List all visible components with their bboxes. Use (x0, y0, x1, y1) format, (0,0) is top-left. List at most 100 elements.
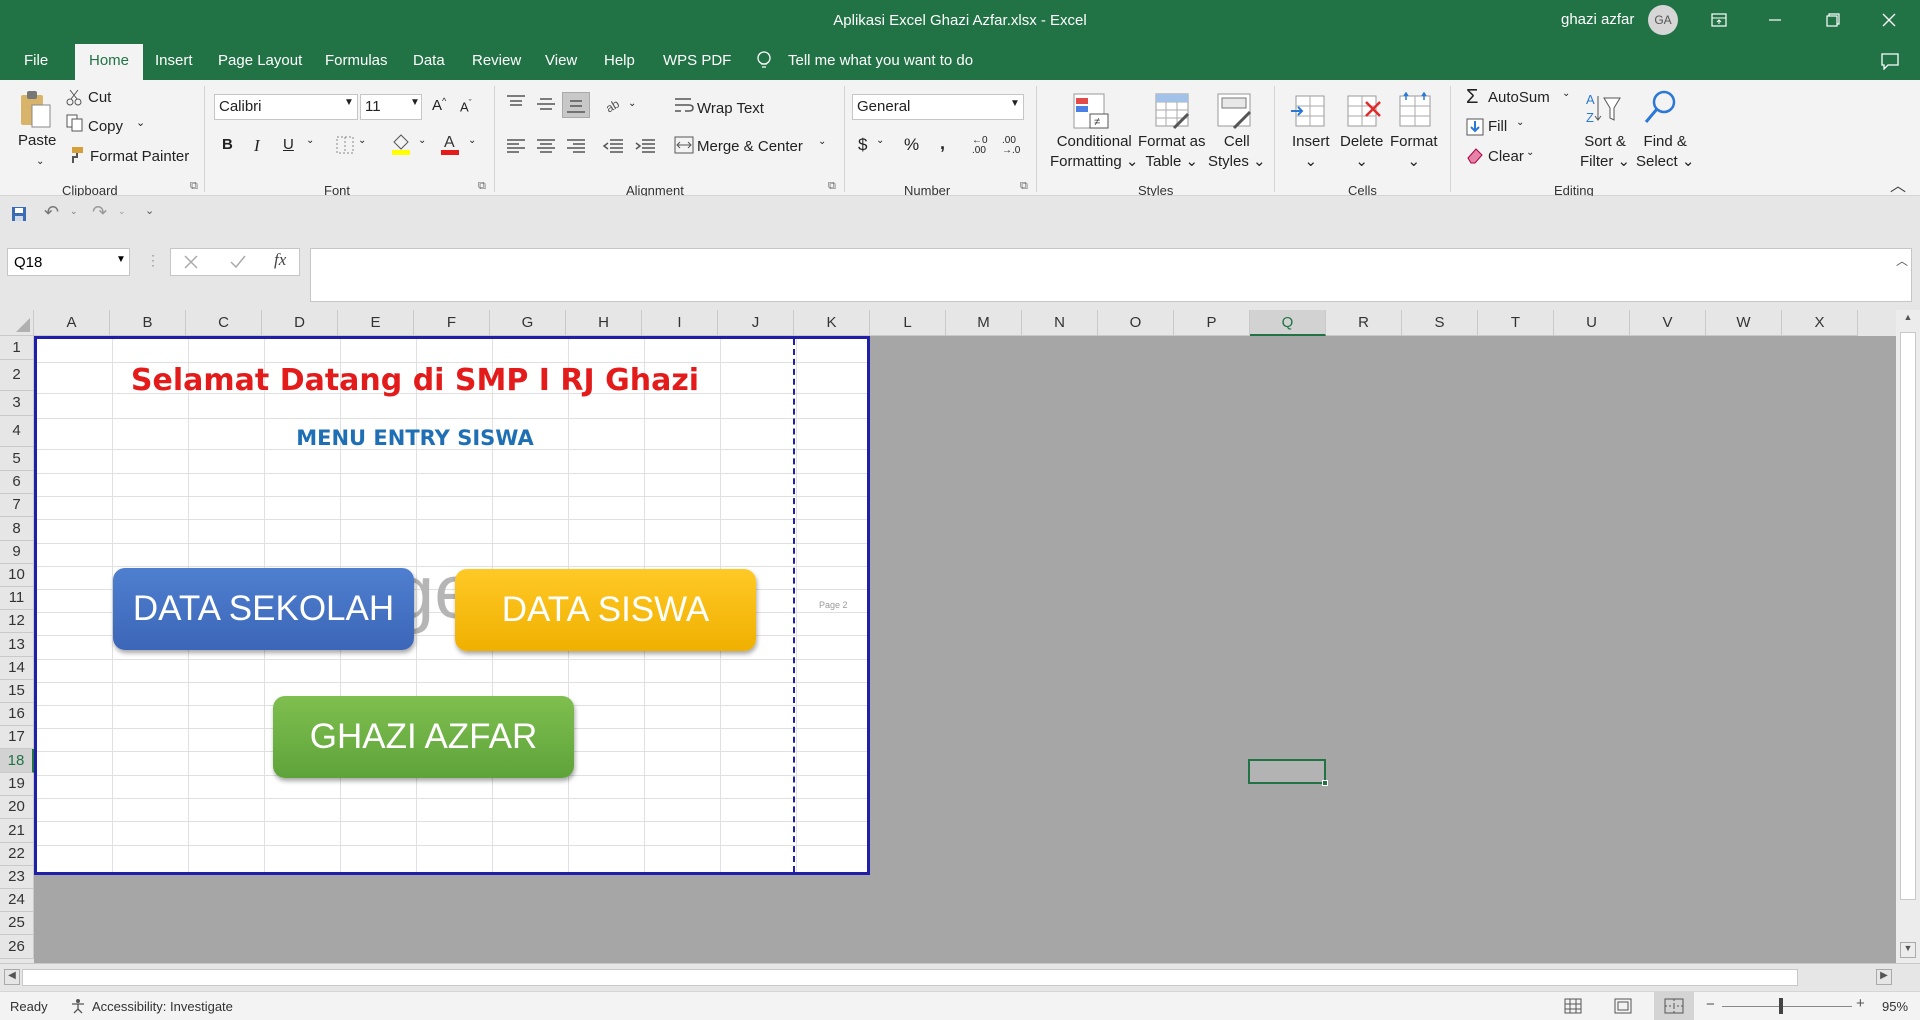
row-header-23[interactable]: 23 (0, 866, 34, 889)
align-left-icon[interactable] (506, 138, 526, 154)
align-right-icon[interactable] (566, 138, 586, 154)
collapse-ribbon-icon[interactable]: ︿ (1890, 172, 1906, 196)
column-header-d[interactable]: D (262, 310, 338, 336)
column-header-f[interactable]: F (414, 310, 490, 336)
fill-button[interactable]: Fill (1488, 118, 1507, 135)
row-header-6[interactable]: 6 (0, 471, 34, 494)
column-header-u[interactable]: U (1554, 310, 1630, 336)
avatar[interactable]: GA (1648, 5, 1678, 35)
row-header-8[interactable]: 8 (0, 517, 34, 541)
row-header-22[interactable]: 22 (0, 843, 34, 866)
format-as-table-button[interactable]: Format as Table ⌄ (1138, 132, 1206, 172)
tab-help[interactable]: Help (604, 52, 635, 69)
zoom-level[interactable]: 95% (1882, 999, 1908, 1014)
decrease-indent-icon[interactable] (602, 138, 624, 154)
delete-cells-button[interactable]: Delete ⌄ (1340, 132, 1383, 172)
row-header-10[interactable]: 10 (0, 564, 34, 587)
save-icon[interactable] (11, 206, 27, 222)
column-header-j[interactable]: J (718, 310, 794, 336)
page-break-line[interactable] (793, 339, 795, 872)
column-header-o[interactable]: O (1098, 310, 1174, 336)
page-break-preview-icon[interactable] (1664, 998, 1684, 1014)
row-header-3[interactable]: 3 (0, 391, 34, 416)
scroll-down-icon[interactable]: ▼ (1900, 942, 1916, 958)
column-header-w[interactable]: W (1706, 310, 1782, 336)
close-icon[interactable] (1866, 0, 1912, 40)
column-header-t[interactable]: T (1478, 310, 1554, 336)
clipboard-launcher-icon[interactable]: ⧉ (190, 180, 198, 193)
tell-me-search[interactable]: Tell me what you want to do (788, 52, 973, 69)
column-header-x[interactable]: X (1782, 310, 1858, 336)
column-header-p[interactable]: P (1174, 310, 1250, 336)
column-header-c[interactable]: C (186, 310, 262, 336)
row-header-18[interactable]: 18 (0, 749, 34, 773)
tab-view[interactable]: View (545, 52, 577, 69)
number-launcher-icon[interactable]: ⧉ (1020, 180, 1028, 193)
horizontal-scroll-thumb[interactable] (22, 969, 1798, 986)
italic-button[interactable]: I (254, 136, 260, 156)
column-header-b[interactable]: B (110, 310, 186, 336)
paste-button[interactable]: Paste (18, 132, 56, 149)
column-header-a[interactable]: A (34, 310, 110, 336)
row-header-9[interactable]: 9 (0, 541, 34, 564)
decrease-decimal-icon[interactable]: .00 →.0 (1002, 136, 1020, 156)
insert-cells-button[interactable]: Insert ⌄ (1292, 132, 1330, 172)
align-middle-icon[interactable] (536, 96, 556, 112)
clear-button[interactable]: Clear (1488, 148, 1524, 165)
currency-button[interactable]: $ (858, 135, 867, 155)
cancel-icon[interactable] (183, 254, 199, 270)
format-cells-button[interactable]: Format ⌄ (1390, 132, 1438, 172)
restore-icon[interactable] (1810, 0, 1856, 40)
column-header-g[interactable]: G (490, 310, 566, 336)
row-header-1[interactable]: 1 (0, 336, 34, 360)
row-header-25[interactable]: 25 (0, 912, 34, 935)
tab-file[interactable]: File (24, 52, 48, 69)
format-painter-button[interactable]: Format Painter (90, 148, 189, 165)
vertical-scroll-thumb[interactable] (1900, 332, 1916, 900)
row-header-4[interactable]: 4 (0, 416, 34, 447)
font-name-select[interactable]: Calibri (214, 94, 358, 120)
orientation-icon[interactable]: ab (604, 94, 626, 114)
row-header-5[interactable]: 5 (0, 447, 34, 471)
merge-center-button[interactable]: Merge & Center (697, 138, 803, 155)
formula-input[interactable] (310, 248, 1912, 302)
user-name[interactable]: ghazi azfar (1561, 11, 1634, 28)
scroll-left-icon[interactable]: ◀ (4, 969, 20, 985)
number-format-select[interactable]: General (852, 94, 1024, 120)
align-center-icon[interactable] (536, 138, 556, 154)
minimize-icon[interactable] (1752, 0, 1798, 40)
paste-icon[interactable] (18, 89, 52, 129)
horizontal-scrollbar[interactable]: ◀ ▶ (0, 963, 1920, 991)
zoom-slider[interactable] (1722, 1006, 1852, 1007)
select-all-button[interactable] (0, 310, 34, 336)
row-header-14[interactable]: 14 (0, 657, 34, 680)
zoom-out-icon[interactable]: − (1706, 996, 1715, 1013)
cut-button[interactable]: Cut (88, 89, 111, 106)
increase-indent-icon[interactable] (634, 138, 656, 154)
increase-decimal-icon[interactable]: ←0.00 (972, 136, 988, 156)
align-top-icon[interactable] (506, 94, 526, 110)
row-header-13[interactable]: 13 (0, 633, 34, 657)
enter-icon[interactable] (229, 254, 247, 270)
tab-home[interactable]: Home (75, 44, 144, 80)
scroll-right-icon[interactable]: ▶ (1876, 969, 1892, 985)
active-cell[interactable] (1248, 759, 1328, 786)
column-header-i[interactable]: I (642, 310, 718, 336)
row-header-12[interactable]: 12 (0, 610, 34, 633)
align-bottom-icon[interactable] (566, 98, 586, 114)
borders-icon[interactable] (336, 136, 354, 154)
row-header-2[interactable]: 2 (0, 360, 34, 391)
column-header-q[interactable]: Q (1250, 310, 1326, 336)
print-area[interactable]: Selamat Datang di SMP I RJ Ghazi MENU EN… (34, 336, 870, 875)
bold-button[interactable]: B (222, 136, 233, 153)
row-header-24[interactable]: 24 (0, 889, 34, 912)
grow-font-icon[interactable]: A^ (432, 96, 446, 114)
ghazi-azfar-button[interactable]: GHAZI AZFAR (273, 696, 574, 778)
underline-button[interactable]: U (283, 136, 294, 153)
row-header-21[interactable]: 21 (0, 819, 34, 843)
data-sekolah-button[interactable]: DATA SEKOLAH (113, 568, 414, 650)
undo-icon[interactable]: ↶ (44, 202, 59, 223)
column-header-l[interactable]: L (870, 310, 946, 336)
cell-styles-button[interactable]: Cell Styles ⌄ (1208, 132, 1266, 172)
autosum-button[interactable]: AutoSum (1488, 89, 1550, 106)
